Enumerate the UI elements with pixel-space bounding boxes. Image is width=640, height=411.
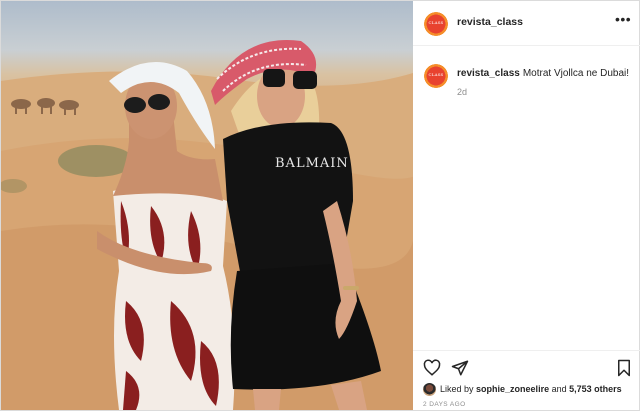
- post-actions: Liked by sophie_zoneelire and 5,753 othe…: [413, 350, 640, 411]
- shirt-logo-text: BALMAIN: [275, 156, 349, 171]
- instagram-post: BALMAIN CLASS revista_class ••• CLASS re…: [0, 0, 640, 411]
- caption-username-link[interactable]: revista_class: [457, 68, 520, 79]
- likes-text: Liked by sophie_zoneelire and 5,753 othe…: [440, 384, 622, 394]
- avatar-logo-text: CLASS: [428, 20, 444, 25]
- more-options-icon[interactable]: •••: [615, 11, 631, 27]
- likes-summary: Liked by sophie_zoneelire and 5,753 othe…: [423, 383, 638, 397]
- liked-by-prefix: Liked by: [440, 384, 474, 394]
- avatar-logo-text: CLASS: [428, 72, 444, 77]
- post-date[interactable]: 2 DAYS AGO: [423, 401, 466, 408]
- likes-count-link[interactable]: 5,753 others: [569, 384, 622, 394]
- caption-author-avatar[interactable]: CLASS: [424, 64, 448, 88]
- post-photo[interactable]: BALMAIN: [1, 1, 413, 410]
- author-username-link[interactable]: revista_class: [457, 16, 523, 28]
- desert-photo-illustration: BALMAIN: [1, 40, 413, 410]
- heart-icon[interactable]: [423, 359, 441, 377]
- liker-avatar[interactable]: [423, 383, 436, 396]
- bookmark-icon[interactable]: [615, 359, 633, 377]
- post-header: CLASS revista_class •••: [413, 1, 640, 46]
- caption-text-block: revista_class Motrat Vjollca ne Dubai!: [457, 67, 632, 80]
- liker-username-link[interactable]: sophie_zoneelire: [476, 384, 549, 394]
- liked-by-and: and: [551, 384, 567, 394]
- share-icon[interactable]: [451, 359, 469, 377]
- caption-timestamp[interactable]: 2d: [457, 87, 467, 97]
- post-caption: CLASS revista_class Motrat Vjollca ne Dub…: [413, 51, 640, 111]
- post-side-panel: CLASS revista_class ••• CLASS revista_cl…: [413, 1, 640, 410]
- author-avatar[interactable]: CLASS: [424, 12, 448, 36]
- caption-body: Motrat Vjollca ne Dubai!: [522, 68, 630, 79]
